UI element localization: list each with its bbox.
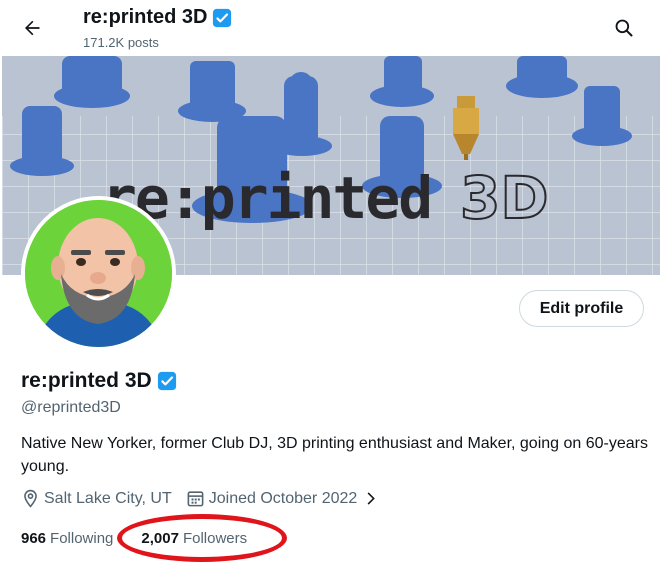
svg-text:3D: 3D <box>460 164 549 232</box>
profile-bio: Native New Yorker, former Club DJ, 3D pr… <box>21 435 648 475</box>
profile-meta: Salt Lake City, UT Joined October 2022 <box>21 489 394 508</box>
edit-profile-label: Edit profile <box>539 299 624 317</box>
following-link[interactable]: 966 Following <box>21 530 113 547</box>
location-text: Salt Lake City, UT <box>44 489 172 507</box>
followers-annotation-circle <box>117 514 287 562</box>
arrow-left-icon <box>25 20 40 36</box>
location-pin-icon <box>24 489 37 508</box>
verified-badge-icon <box>213 8 232 27</box>
post-count: 171.2K posts <box>83 35 159 50</box>
avatar-image <box>25 200 172 347</box>
calendar-icon <box>187 491 204 507</box>
chevron-right-icon <box>367 492 376 505</box>
verified-badge-icon[interactable] <box>157 371 177 391</box>
back-button[interactable] <box>14 10 50 46</box>
profile-handle: @reprinted3D <box>21 399 121 416</box>
joined-item[interactable]: Joined October 2022 <box>186 489 381 508</box>
profile-name: re:printed 3D <box>21 369 177 393</box>
location-item: Salt Lake City, UT <box>21 489 172 508</box>
edit-profile-button[interactable]: Edit profile <box>519 290 644 327</box>
header-name: re:printed 3D <box>83 6 208 28</box>
joined-text: Joined October 2022 <box>208 489 358 507</box>
following-count: 966 <box>21 530 47 547</box>
search-icon <box>615 19 633 37</box>
profile-header-bar: re:printed 3D 171.2K posts <box>0 0 664 56</box>
header-title: re:printed 3D <box>83 6 232 29</box>
following-label: Following <box>50 530 114 547</box>
profile-display-name: re:printed 3D <box>21 369 152 392</box>
avatar[interactable] <box>21 196 176 351</box>
search-button[interactable] <box>606 10 642 46</box>
